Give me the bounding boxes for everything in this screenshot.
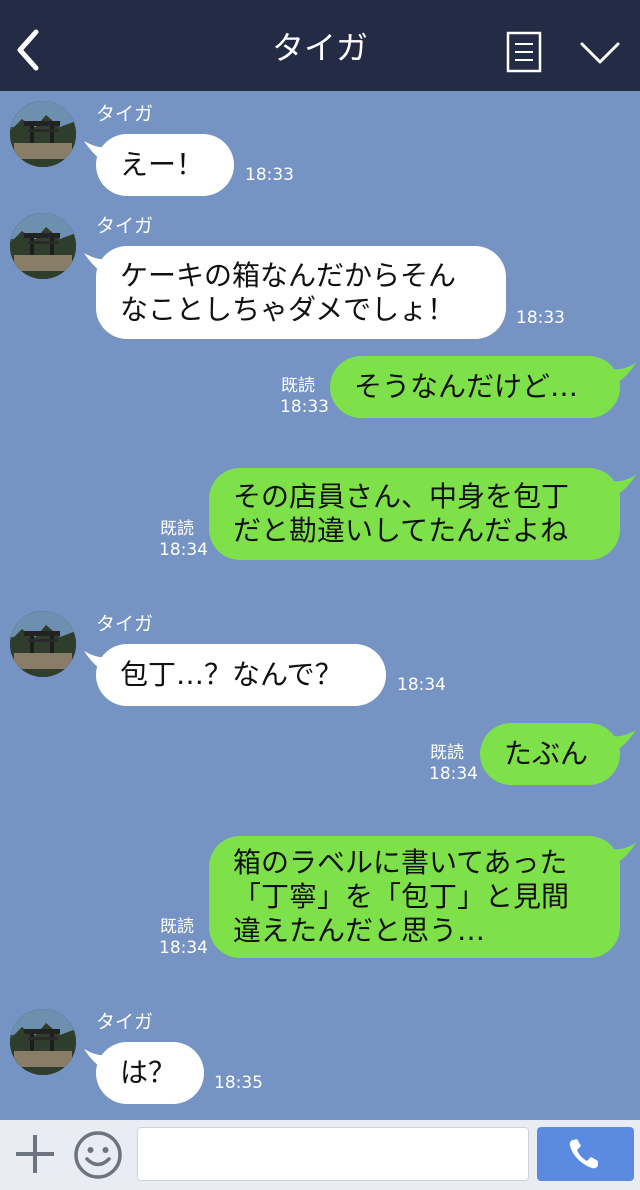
- call-button[interactable]: [537, 1127, 634, 1181]
- chat-header: タイガ: [0, 0, 640, 91]
- chevron-down-icon: [580, 42, 620, 64]
- bubble-tail: [612, 475, 636, 497]
- attach-button[interactable]: [13, 1132, 57, 1176]
- message-bubble[interactable]: たぶん: [480, 723, 620, 785]
- message-bubble[interactable]: えー！: [96, 134, 234, 196]
- message-text: 「丁寧」を「包丁」と見間: [233, 880, 570, 913]
- sender-name: タイガ: [96, 103, 154, 125]
- phone-icon: [569, 1139, 598, 1169]
- emoji-button[interactable]: [73, 1130, 123, 1180]
- message-bubble[interactable]: ケーキの箱なんだからそん なことしちゃダメでしょ！: [96, 246, 506, 339]
- message-bubble[interactable]: 包丁…？なんで？: [96, 644, 386, 706]
- avatar[interactable]: [10, 611, 76, 677]
- collapse-button[interactable]: [578, 36, 622, 68]
- read-receipt: 既読: [430, 743, 464, 763]
- message-list[interactable]: タイガ えー！ 18:33 タイガ ケーキの箱なんだからそん なことしちゃダメで…: [0, 91, 640, 1120]
- chat-title: タイガ: [271, 29, 368, 67]
- message-text: なことしちゃダメでしょ！: [120, 292, 456, 326]
- message-text: その店員さん、中身を包丁: [233, 480, 570, 513]
- message-time: 18:35: [214, 1073, 263, 1093]
- message-text: 違えたんだと思う…: [233, 914, 486, 947]
- message-input[interactable]: [137, 1127, 529, 1181]
- bubble-tail: [612, 730, 636, 752]
- sender-name: タイガ: [96, 215, 154, 237]
- read-receipt: 既読: [160, 519, 194, 539]
- sender-name: タイガ: [96, 1011, 154, 1033]
- message-text: えー！: [120, 148, 205, 181]
- message-bubble[interactable]: そうなんだけど…: [330, 356, 620, 418]
- plus-icon: [16, 1135, 54, 1173]
- message-text: ケーキの箱なんだからそん: [120, 258, 457, 292]
- message-text: 箱のラベルに書いてあった: [233, 846, 568, 879]
- message-time: 18:33: [280, 397, 329, 417]
- menu-button[interactable]: [506, 31, 542, 73]
- bubble-tail: [612, 363, 636, 385]
- read-receipt: 既読: [160, 917, 194, 937]
- menu-list-icon: [506, 31, 542, 73]
- message-time: 18:34: [159, 540, 208, 560]
- message-bubble[interactable]: 箱のラベルに書いてあった 「丁寧」を「包丁」と見間 違えたんだと思う…: [209, 836, 620, 958]
- message-text: 包丁…？なんで？: [120, 658, 343, 691]
- read-receipt: 既読: [281, 376, 315, 396]
- message-time: 18:34: [429, 764, 478, 784]
- message-time: 18:34: [397, 675, 446, 695]
- message-time: 18:33: [516, 308, 565, 328]
- message-time: 18:34: [159, 938, 208, 958]
- message-text: そうなんだけど…: [354, 370, 579, 403]
- avatar[interactable]: [10, 101, 76, 167]
- message-text: だと勘違いしてたんだよね: [233, 514, 569, 547]
- avatar[interactable]: [10, 213, 76, 279]
- avatar-photo: [10, 1009, 76, 1075]
- message-bubble[interactable]: は？: [96, 1042, 204, 1104]
- avatar[interactable]: [10, 1009, 76, 1075]
- sender-name: タイガ: [96, 613, 154, 635]
- message-text: たぶん: [504, 737, 589, 770]
- smiley-icon: [74, 1131, 122, 1179]
- input-bar: [0, 1120, 640, 1190]
- avatar-photo: [10, 101, 76, 167]
- message-text: は？: [120, 1056, 177, 1089]
- bubble-tail: [612, 843, 636, 865]
- avatar-photo: [10, 213, 76, 279]
- message-bubble[interactable]: その店員さん、中身を包丁 だと勘違いしてたんだよね: [209, 468, 620, 560]
- avatar-photo: [10, 611, 76, 677]
- message-time: 18:33: [245, 165, 294, 185]
